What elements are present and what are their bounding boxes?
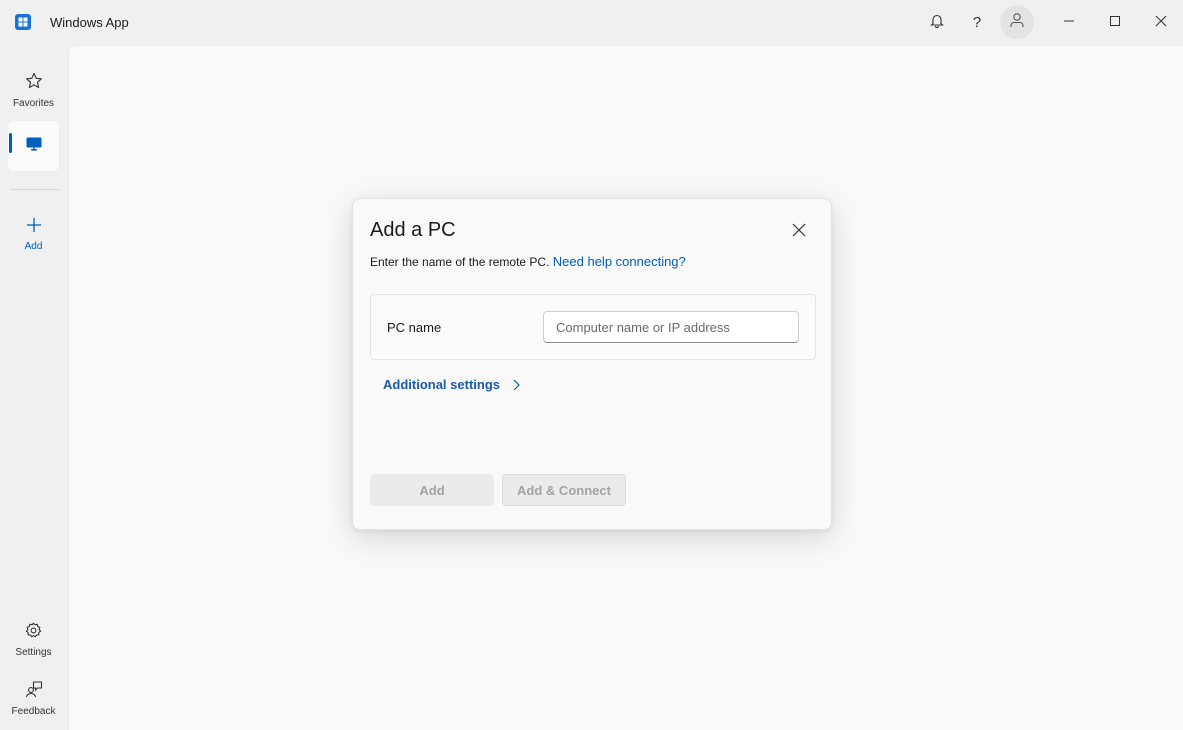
sidebar-item-feedback[interactable]: Feedback	[8, 673, 59, 723]
additional-settings-label: Additional settings	[383, 377, 500, 392]
close-icon	[792, 223, 806, 242]
sidebar-item-settings[interactable]: Settings	[8, 615, 59, 665]
sidebar-item-devices[interactable]	[8, 121, 59, 171]
add-button[interactable]: Add	[370, 474, 494, 506]
dialog-subtitle-text: Enter the name of the remote PC.	[370, 255, 550, 269]
app-title: Windows App	[50, 15, 129, 30]
chevron-right-icon	[512, 379, 520, 391]
sidebar-item-label: Feedback	[11, 705, 56, 717]
pc-name-card: PC name	[370, 294, 816, 360]
pc-name-input[interactable]	[543, 311, 799, 343]
plus-icon	[26, 217, 42, 238]
maximize-button[interactable]	[1094, 0, 1136, 45]
star-icon	[25, 72, 43, 95]
feedback-icon	[25, 680, 43, 703]
additional-settings-link[interactable]: Additional settings	[383, 377, 520, 392]
add-and-connect-button[interactable]: Add & Connect	[502, 474, 626, 506]
person-icon	[1009, 12, 1025, 33]
notifications-button[interactable]	[917, 0, 957, 45]
sidebar: Favorites Add Settings Feedback	[0, 45, 68, 730]
title-bar: Windows App ?	[0, 0, 1183, 45]
gear-icon	[25, 622, 42, 644]
sidebar-item-favorites[interactable]: Favorites	[8, 65, 59, 115]
dialog-title: Add a PC	[370, 219, 456, 241]
bell-icon	[930, 13, 944, 33]
add-pc-dialog: Add a PC Enter the name of the remote PC…	[352, 198, 832, 530]
close-icon	[1155, 14, 1167, 32]
sidebar-item-label: Add	[24, 240, 43, 252]
minimize-icon	[1063, 14, 1075, 32]
close-window-button[interactable]	[1140, 0, 1182, 45]
sidebar-item-add[interactable]: Add	[8, 209, 59, 259]
maximize-icon	[1109, 14, 1121, 32]
minimize-button[interactable]	[1048, 0, 1090, 45]
sidebar-item-label: Settings	[15, 647, 52, 658]
sidebar-divider	[10, 189, 59, 190]
help-button[interactable]: ?	[957, 0, 997, 45]
account-button[interactable]	[1000, 5, 1034, 39]
monitor-icon	[25, 135, 43, 158]
pc-name-label: PC name	[387, 320, 442, 335]
help-icon: ?	[972, 14, 982, 31]
dialog-subtitle: Enter the name of the remote PC. Need he…	[370, 254, 686, 269]
sidebar-item-label: Favorites	[12, 97, 55, 109]
dialog-close-button[interactable]	[786, 220, 812, 244]
app-logo-icon	[15, 14, 31, 30]
selection-indicator	[9, 133, 12, 153]
help-connecting-link[interactable]: Need help connecting?	[553, 254, 686, 269]
